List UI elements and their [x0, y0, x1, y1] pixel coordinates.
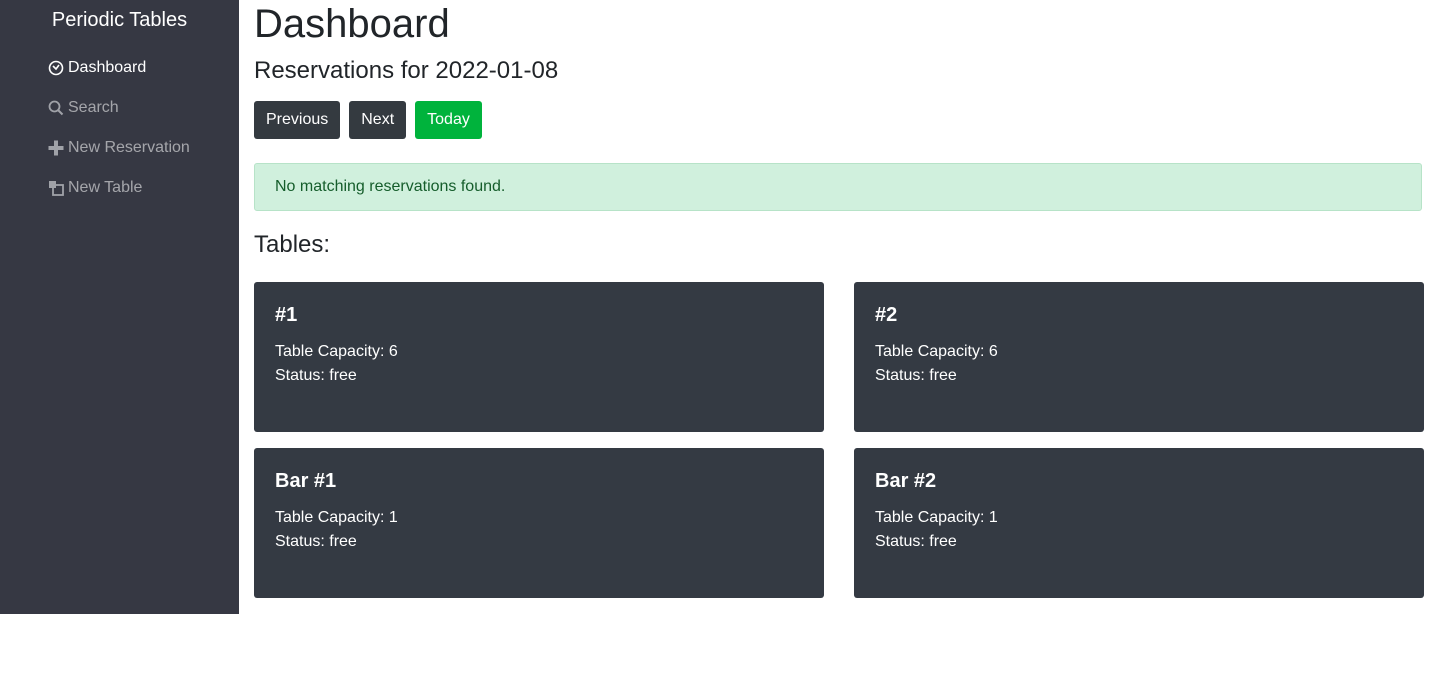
table-status: Status: free [275, 367, 357, 384]
table-card: Bar #1 Table Capacity: 1 Status: free [254, 448, 824, 598]
table-capacity: Table Capacity: 1 [275, 509, 398, 526]
table-name: Bar #1 [275, 470, 337, 492]
brand-title[interactable]: Periodic Tables [0, 7, 239, 33]
sidebar-item-new-reservation[interactable]: New Reservation [48, 128, 190, 168]
plus-icon [48, 140, 64, 156]
sidebar-item-dashboard[interactable]: Dashboard [48, 48, 190, 88]
table-status: Status: free [275, 533, 357, 550]
table-capacity: Table Capacity: 1 [875, 509, 998, 526]
tables-heading: Tables: [254, 231, 331, 258]
table-card: #1 Table Capacity: 6 Status: free [254, 282, 824, 432]
table-name: #1 [275, 304, 298, 326]
table-card: Bar #2 Table Capacity: 1 Status: free [854, 448, 1424, 598]
table-name: Bar #2 [875, 470, 937, 492]
date-navigation: Previous Next Today [254, 101, 482, 139]
sidebar-item-search[interactable]: Search [48, 88, 190, 128]
table-status: Status: free [875, 533, 957, 550]
search-icon [48, 100, 64, 116]
sidebar: Periodic Tables Dashboard Search New Res… [0, 0, 239, 614]
table-status: Status: free [875, 367, 957, 384]
sidebar-item-label: New Table [68, 179, 143, 196]
dashboard-icon [48, 60, 64, 76]
sidebar-item-label: Search [68, 99, 119, 116]
sidebar-item-label: New Reservation [68, 139, 190, 156]
no-reservations-alert: No matching reservations found. [254, 163, 1422, 211]
sidebar-item-label: Dashboard [68, 59, 147, 76]
table-name: #2 [875, 304, 898, 326]
reservations-date-heading: Reservations for 2022-01-08 [254, 57, 559, 84]
table-icon [48, 180, 64, 196]
table-card: #2 Table Capacity: 6 Status: free [854, 282, 1424, 432]
table-capacity: Table Capacity: 6 [875, 343, 998, 360]
app-root: Periodic Tables Dashboard Search New Res… [0, 0, 1439, 686]
sidebar-nav: Dashboard Search New Reservation New Tab… [48, 48, 190, 208]
page-title: Dashboard [254, 2, 450, 46]
today-button[interactable]: Today [415, 101, 482, 139]
sidebar-item-new-table[interactable]: New Table [48, 168, 190, 208]
table-capacity: Table Capacity: 6 [275, 343, 398, 360]
next-button[interactable]: Next [349, 101, 407, 139]
previous-button[interactable]: Previous [254, 101, 341, 139]
